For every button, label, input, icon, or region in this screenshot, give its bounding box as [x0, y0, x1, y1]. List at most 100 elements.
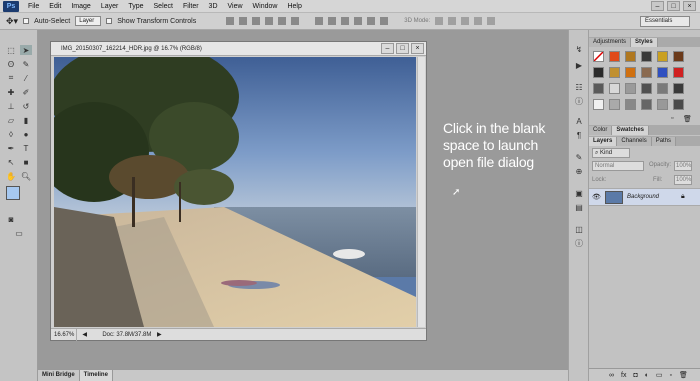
style-swatch[interactable]: [593, 67, 604, 78]
layer-dropdown[interactable]: Layer: [75, 16, 102, 26]
tab-channels[interactable]: Channels: [617, 137, 652, 146]
document-canvas[interactable]: [54, 57, 416, 327]
distribute-bottom-icon[interactable]: [341, 17, 350, 25]
style-swatch[interactable]: [609, 51, 620, 62]
style-swatch[interactable]: [593, 83, 604, 94]
zoom-level[interactable]: 16.67%: [51, 329, 77, 341]
layer-name[interactable]: Background: [627, 194, 659, 200]
eye-icon[interactable]: 👁︎: [592, 193, 601, 201]
style-swatch[interactable]: [673, 51, 684, 62]
delete-layer-icon[interactable]: 🗑︎: [679, 371, 688, 379]
style-swatch[interactable]: [609, 99, 620, 110]
document-title[interactable]: IMG_20150307_162214_HDR.jpg @ 16.7% (RGB…: [51, 42, 426, 56]
menu-view[interactable]: View: [223, 0, 248, 13]
gradient-tool-icon[interactable]: ▮: [20, 115, 32, 125]
crop-tool-icon[interactable]: ⌗: [5, 73, 17, 83]
hand-tool-icon[interactable]: ✋: [5, 171, 17, 181]
opacity-input[interactable]: 100%: [674, 161, 692, 171]
layer-row-background[interactable]: 👁︎ Background 🔒︎: [589, 188, 700, 206]
distribute-hcenter-icon[interactable]: [367, 17, 376, 25]
align-left-icon[interactable]: [265, 17, 274, 25]
quick-mask-icon[interactable]: ◙: [5, 214, 17, 224]
adjustment-layer-icon[interactable]: ◐: [645, 372, 649, 379]
new-layer-icon[interactable]: ▫: [670, 372, 672, 379]
menu-type[interactable]: Type: [123, 0, 148, 13]
tab-swatches[interactable]: Swatches: [612, 126, 650, 135]
status-menu-icon[interactable]: ▶: [153, 332, 162, 338]
eraser-tool-icon[interactable]: ▱: [5, 115, 17, 125]
new-style-icon[interactable]: ▫: [671, 115, 673, 122]
blur-tool-icon[interactable]: ◊: [5, 129, 17, 139]
auto-select-checkbox[interactable]: [23, 18, 30, 24]
style-swatch[interactable]: [641, 67, 652, 78]
notes-panel-icon[interactable]: ▤: [573, 202, 585, 212]
align-bottom-icon[interactable]: [252, 17, 261, 25]
style-swatch[interactable]: [657, 83, 668, 94]
layer-filter-dropdown[interactable]: ⌕ Kind: [592, 148, 630, 158]
distribute-vcenter-icon[interactable]: [328, 17, 337, 25]
align-hcenter-icon[interactable]: [278, 17, 287, 25]
style-swatch[interactable]: [673, 83, 684, 94]
quick-select-tool-icon[interactable]: ✎: [20, 59, 32, 69]
style-swatch[interactable]: [625, 67, 636, 78]
layer-mask-icon[interactable]: ◘: [633, 372, 637, 379]
3d-slide-icon[interactable]: [474, 17, 483, 25]
stamp-tool-icon[interactable]: ⊥: [5, 101, 17, 111]
dodge-tool-icon[interactable]: ●: [20, 129, 32, 139]
align-vcenter-icon[interactable]: [239, 17, 248, 25]
tab-mini-bridge[interactable]: Mini Bridge: [38, 370, 80, 381]
menu-image[interactable]: Image: [66, 0, 95, 13]
type-tool-icon[interactable]: T: [20, 143, 32, 153]
align-right-icon[interactable]: [291, 17, 300, 25]
info-panel-icon[interactable]: ⓘ: [573, 96, 585, 106]
style-swatch[interactable]: [609, 83, 620, 94]
link-layers-icon[interactable]: ∞: [609, 372, 614, 379]
3d-roll-icon[interactable]: [448, 17, 457, 25]
fill-input[interactable]: 100%: [674, 175, 692, 185]
delete-style-icon[interactable]: 🗑︎: [683, 115, 692, 123]
zoom-tool-icon[interactable]: 🔍︎: [20, 171, 32, 181]
navigator-panel-icon[interactable]: ▣: [573, 188, 585, 198]
3d-pan-icon[interactable]: [461, 17, 470, 25]
actions-panel-icon[interactable]: ▶: [573, 60, 585, 70]
tool-presets-panel-icon[interactable]: ⓘ: [573, 238, 585, 248]
tab-adjustments[interactable]: Adjustments: [589, 38, 632, 47]
tab-paths[interactable]: Paths: [651, 137, 677, 146]
style-swatch[interactable]: [593, 99, 604, 110]
status-arrow-icon[interactable]: ◀: [79, 329, 91, 341]
brush-panel-icon[interactable]: ✎: [573, 152, 585, 162]
3d-rotate-icon[interactable]: [435, 17, 444, 25]
tab-layers[interactable]: Layers: [589, 137, 618, 146]
menu-window[interactable]: Window: [248, 0, 283, 13]
doc-maximize-button[interactable]: □: [396, 43, 409, 54]
style-swatch[interactable]: [625, 83, 636, 94]
distribute-left-icon[interactable]: [354, 17, 363, 25]
close-button[interactable]: ×: [683, 1, 696, 11]
menu-edit[interactable]: Edit: [44, 0, 66, 13]
style-swatch[interactable]: [657, 67, 668, 78]
marquee-tool-icon[interactable]: ⬚: [5, 45, 17, 55]
menu-3d[interactable]: 3D: [204, 0, 223, 13]
style-swatch[interactable]: [625, 99, 636, 110]
menu-filter[interactable]: Filter: [178, 0, 204, 13]
move-tool-icon[interactable]: ✥▾: [6, 16, 18, 27]
healing-tool-icon[interactable]: ✚: [5, 87, 17, 97]
style-swatch[interactable]: [641, 83, 652, 94]
group-icon[interactable]: ▭: [656, 371, 663, 379]
style-swatch[interactable]: [657, 99, 668, 110]
style-swatch-none[interactable]: [593, 51, 604, 62]
tab-styles[interactable]: Styles: [631, 38, 658, 47]
blend-mode-dropdown[interactable]: Normal: [592, 161, 644, 171]
align-top-icon[interactable]: [226, 17, 235, 25]
paragraph-panel-icon[interactable]: ¶: [573, 130, 585, 140]
style-swatch[interactable]: [625, 51, 636, 62]
clone-source-panel-icon[interactable]: ⊕: [573, 166, 585, 176]
screen-mode-icon[interactable]: ▭: [13, 228, 25, 238]
minimize-button[interactable]: –: [651, 1, 664, 11]
layer-comps-panel-icon[interactable]: ◫: [573, 224, 585, 234]
tab-timeline[interactable]: Timeline: [79, 370, 113, 381]
properties-panel-icon[interactable]: ☷: [573, 82, 585, 92]
shape-tool-icon[interactable]: ■: [20, 157, 32, 167]
style-swatch[interactable]: [673, 67, 684, 78]
style-swatch[interactable]: [641, 99, 652, 110]
